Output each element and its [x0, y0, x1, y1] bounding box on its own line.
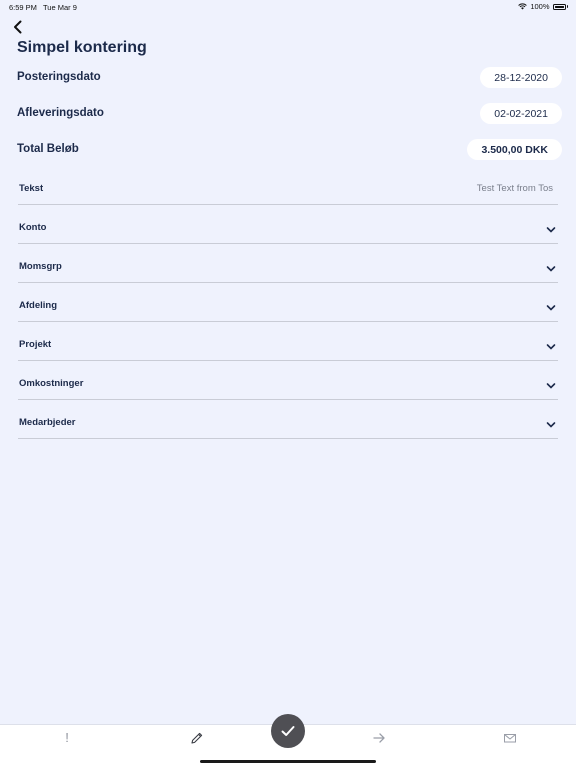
delivery-date-label: Afleveringsdato — [17, 107, 104, 119]
checkmark-icon — [281, 726, 295, 736]
total-amount-label: Total Beløb — [17, 143, 79, 155]
pencil-icon[interactable] — [190, 731, 204, 745]
delivery-date-value[interactable]: 02-02-2021 — [480, 103, 562, 124]
posting-date-value[interactable]: 28-12-2020 — [480, 67, 562, 88]
battery-tip — [566, 5, 568, 8]
dropdown-afdeling[interactable]: Afdeling — [18, 283, 558, 322]
dropdown-label: Konto — [19, 222, 47, 233]
chevron-down-icon — [546, 344, 556, 350]
text-field-value[interactable]: Test Text from Tos — [477, 183, 553, 194]
text-field-row[interactable]: Tekst Test Text from Tos — [18, 166, 558, 205]
status-date: Tue Mar 9 — [43, 3, 77, 12]
wifi-icon — [518, 3, 528, 10]
total-amount-value: 3.500,00 DKK — [467, 139, 562, 160]
dropdown-omkostninger[interactable]: Omkostninger — [18, 361, 558, 400]
posting-date-label: Posteringsdato — [17, 71, 101, 83]
envelope-icon[interactable] — [503, 731, 517, 745]
status-time: 6:59 PM — [9, 3, 37, 12]
chevron-down-icon — [546, 227, 556, 233]
chevron-down-icon — [546, 383, 556, 389]
dropdown-label: Omkostninger — [19, 378, 84, 389]
dropdown-label: Medarbjeder — [19, 417, 76, 428]
page-title: Simpel kontering — [17, 39, 147, 56]
home-indicator — [200, 760, 376, 763]
screen: 6:59 PM Tue Mar 9 100% Simpel kontering … — [0, 0, 576, 768]
status-right: 100% — [518, 2, 568, 11]
dropdown-label: Projekt — [19, 339, 52, 350]
chevron-left-icon — [14, 20, 22, 34]
confirm-button[interactable] — [271, 714, 305, 748]
chevron-down-icon — [546, 422, 556, 428]
dropdown-label: Momsgrp — [19, 261, 62, 272]
chevron-down-icon — [546, 266, 556, 272]
exclamation-icon[interactable]: ! — [60, 731, 74, 745]
dropdown-medarbjeder[interactable]: Medarbjeder — [18, 400, 558, 439]
battery-icon — [552, 3, 566, 10]
dropdown-label: Afdeling — [19, 300, 57, 311]
dropdown-projekt[interactable]: Projekt — [18, 322, 558, 361]
back-button[interactable] — [10, 18, 26, 36]
text-field-label: Tekst — [19, 183, 44, 194]
chevron-down-icon — [546, 305, 556, 311]
dropdown-momsgrp[interactable]: Momsgrp — [18, 244, 558, 283]
dropdown-konto[interactable]: Konto — [18, 205, 558, 244]
arrow-right-icon[interactable] — [372, 731, 386, 745]
status-bar: 6:59 PM Tue Mar 9 100% — [0, 0, 576, 14]
battery-percent: 100% — [530, 2, 550, 11]
